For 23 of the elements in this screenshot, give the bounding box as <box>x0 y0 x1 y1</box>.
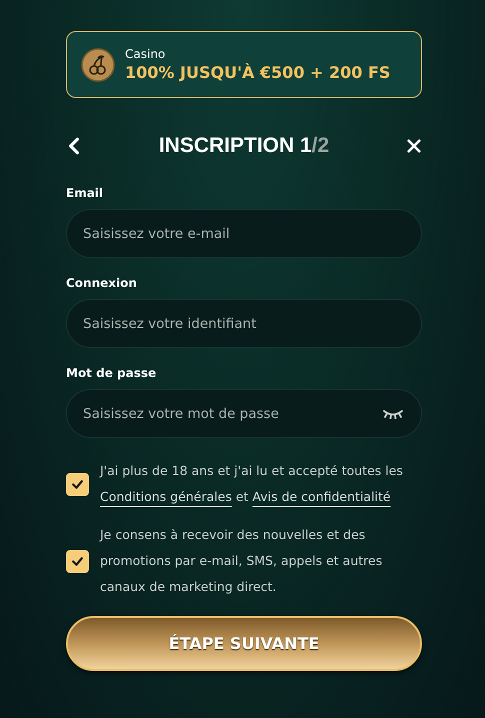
check-icon <box>71 478 84 490</box>
consent-text: Je consens à recevoir des nouvelles et des promotions par e-mail, SMS, appels et autres canaux de marketing direct. <box>100 526 384 596</box>
checkbox[interactable] <box>66 550 89 572</box>
terms-link[interactable]: Conditions générales <box>100 489 232 504</box>
password-field[interactable]: Saisissez votre mot de passe <box>66 389 422 438</box>
input-field[interactable]: Saisissez votre e-mail <box>66 209 422 258</box>
promo-banner[interactable]: Casino 100% JUSQU'À €500 + 200 FS <box>66 31 422 98</box>
promo-offer: 100% JUSQU'À €500 + 200 FS <box>125 63 390 82</box>
back-icon[interactable] <box>67 137 81 155</box>
promo-label: Casino <box>125 47 166 61</box>
closed-eye-icon[interactable] <box>382 409 404 419</box>
input-field[interactable]: Saisissez votre identifiant <box>66 299 422 348</box>
page-title: INSCRIPTION 1 <box>158 134 312 157</box>
field-label: Email <box>66 186 104 200</box>
cherry-icon <box>81 48 115 82</box>
checkbox[interactable] <box>66 472 89 496</box>
step-total: /2 <box>312 134 330 157</box>
field-label: Connexion <box>66 276 138 290</box>
field-label: Mot de passe <box>66 366 158 380</box>
consent-text: J'ai plus de 18 ans et j'ai lu et accepté toutes les Conditions générales et Avis de confidentialité <box>100 462 404 506</box>
terms-link[interactable]: Avis de confidentialité <box>252 489 391 504</box>
check-icon <box>71 556 84 566</box>
close-icon[interactable] <box>407 137 421 155</box>
